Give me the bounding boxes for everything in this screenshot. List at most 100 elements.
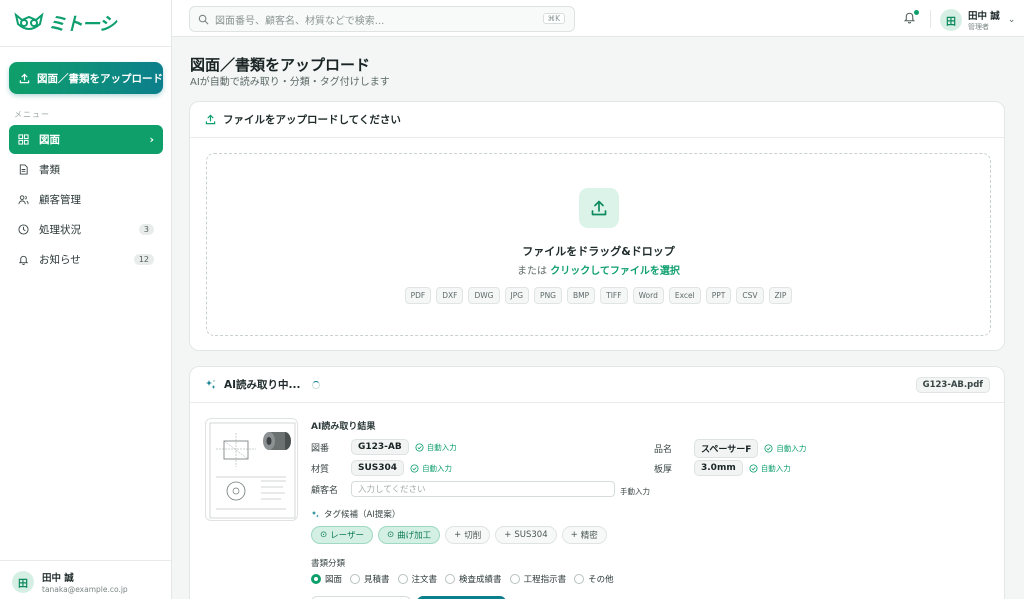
radio-label: 検査成績書 <box>459 575 502 585</box>
format-chip: PDF <box>404 287 432 304</box>
format-chip: ZIP <box>768 287 793 304</box>
field-value[interactable]: スペーサーF <box>694 439 759 458</box>
clock-icon <box>18 224 29 235</box>
document-type-radio-group: 図面 見積書 注文書 検査成績書 工程指示書 その他 <box>311 573 614 585</box>
processing-title: AI読み取り中... <box>224 379 301 391</box>
count-badge: 12 <box>133 254 154 265</box>
users-icon <box>18 195 29 205</box>
field-value[interactable]: G123-AB <box>351 439 409 455</box>
tag-chip[interactable]: + SUS304 <box>495 526 557 544</box>
customer-name-input[interactable]: 入力してください <box>351 481 615 497</box>
avatar: 田 <box>12 571 34 593</box>
format-chip: Word <box>632 287 664 304</box>
logo-text: ミトーシ <box>48 14 117 35</box>
upload-icon <box>205 114 216 125</box>
sidebar-item-drawings[interactable]: 図面 › <box>9 125 163 154</box>
radio-label: 見積書 <box>364 575 390 585</box>
field-label: 図番 <box>311 443 330 454</box>
radio-label: その他 <box>588 575 614 585</box>
card-title: ファイルをアップロードしてください <box>223 114 401 126</box>
check-circle-icon <box>764 444 773 453</box>
radio-option[interactable]: 見積書 <box>350 573 390 585</box>
tag-chip[interactable]: + 切削 <box>445 526 491 544</box>
field-customer-label: 顧客名 <box>311 483 351 496</box>
radio-option[interactable]: その他 <box>574 573 614 585</box>
document-type-title: 書類分類 <box>311 559 346 569</box>
field-value[interactable]: 3.0mm <box>694 460 743 476</box>
format-chip: Excel <box>668 287 701 304</box>
sidebar-item-documents[interactable]: 書類 <box>9 155 163 184</box>
format-chip: CSV <box>736 287 764 304</box>
sparkle-icon <box>206 379 216 389</box>
tag-label: 曲げ加工 <box>397 531 432 541</box>
field-value[interactable]: SUS304 <box>351 460 405 476</box>
tag-chip[interactable]: ⊙ レーザー <box>311 526 373 544</box>
app-logo[interactable]: ミトーシ <box>14 10 117 36</box>
field-material: 材質 SUS304 自動入力 <box>311 460 452 476</box>
sidebar-user[interactable]: 田 田中 誠 tanaka@example.co.jp <box>12 570 128 594</box>
radio-button[interactable] <box>445 574 456 584</box>
user-menu[interactable]: 田 田中 誠 管理者 ⌄ <box>940 8 1015 32</box>
sidebar-item-label: 処理状況 <box>39 224 81 236</box>
drawing-thumbnail[interactable] <box>205 418 298 521</box>
sidebar-item-label: 書類 <box>39 164 60 176</box>
count-badge: 3 <box>138 224 154 235</box>
check-circle-icon <box>749 463 758 473</box>
dropzone-subtitle: または クリックしてファイルを選択 <box>207 262 990 277</box>
sidebar-item-customers[interactable]: 顧客管理 <box>9 185 163 214</box>
tag-title-label: タグ候補（AI提案） <box>324 510 401 520</box>
radio-button[interactable] <box>397 574 408 584</box>
user-name: 田中 誠 <box>968 11 1000 22</box>
bell-icon <box>18 255 29 265</box>
tag-chip[interactable]: ⊙ 曲げ加工 <box>377 526 441 544</box>
upload-icon <box>591 200 607 216</box>
format-chip: DXF <box>436 287 464 304</box>
customer-input-placeholder: 入力してください <box>358 485 426 495</box>
sidebar-item-label: お知らせ <box>39 254 81 266</box>
radio-button[interactable] <box>574 574 585 584</box>
format-chip: BMP <box>567 287 596 304</box>
select-file-link[interactable]: クリックしてファイルを選択 <box>550 266 680 277</box>
auto-fill-status: 自動入力 <box>764 443 806 454</box>
check-circle-icon <box>410 463 419 473</box>
tag-label: 精密 <box>580 531 598 541</box>
manual-input-label: 手動入力 <box>620 487 650 496</box>
grid-icon <box>18 134 29 145</box>
field-thickness: 板厚 3.0mm 自動入力 <box>654 460 791 476</box>
field-label: 材質 <box>311 464 330 475</box>
upload-icon <box>19 73 30 83</box>
format-chip: PNG <box>534 287 562 304</box>
user-name: 田中 誠 <box>42 573 74 584</box>
page-title: 図面／書類をアップロード <box>190 56 371 74</box>
radio-option[interactable]: 工程指示書 <box>509 573 567 585</box>
radio-option[interactable]: 図面 <box>311 573 342 585</box>
sidebar-item-status[interactable]: 処理状況 3 <box>9 215 163 244</box>
upload-button-label: 図面／書類をアップロード <box>37 72 163 85</box>
radio-option[interactable]: 検査成績書 <box>445 573 502 585</box>
sidebar-nav: 図面 › 書類 顧客管理 処理状況 3 お知らせ 12 <box>9 125 163 275</box>
format-chip: TIFF <box>600 287 628 304</box>
sidebar-item-notifications[interactable]: お知らせ 12 <box>9 245 163 274</box>
dropzone-title: ファイルをドラッグ&ドロップ <box>522 245 675 258</box>
tag-list: ⊙ レーザー ⊙ 曲げ加工 + 切削 + SUS304 + 精密 <box>311 526 607 544</box>
topbar-separator <box>930 10 931 28</box>
radio-label: 注文書 <box>411 575 438 585</box>
radio-label: 図面 <box>325 575 343 585</box>
file-dropzone[interactable]: ファイルをドラッグ&ドロップ または クリックしてファイルを選択 PDF DXF… <box>206 153 991 336</box>
loading-spinner-icon <box>311 380 320 389</box>
upload-button[interactable]: 図面／書類をアップロード <box>9 62 163 94</box>
radio-button[interactable] <box>311 574 321 584</box>
field-label: 板厚 <box>654 464 673 475</box>
tag-chip[interactable]: + 精密 <box>561 526 607 544</box>
radio-label: 工程指示書 <box>523 575 567 585</box>
search-input[interactable]: 図面番号、顧客名、材質などで検索... ⌘K <box>189 6 575 32</box>
auto-fill-label: 自動入力 <box>426 442 457 452</box>
tag-label: SUS304 <box>514 530 548 540</box>
upload-card: ファイルをアップロードしてください ファイルをドラッグ&ドロップ または クリッ… <box>189 101 1005 351</box>
radio-button[interactable] <box>509 574 520 584</box>
auto-fill-status: 自動入力 <box>410 463 452 474</box>
radio-option[interactable]: 注文書 <box>397 573 438 585</box>
chevron-right-icon: › <box>149 133 154 146</box>
search-placeholder: 図面番号、顧客名、材質などで検索... <box>215 15 385 27</box>
radio-button[interactable] <box>350 574 361 584</box>
